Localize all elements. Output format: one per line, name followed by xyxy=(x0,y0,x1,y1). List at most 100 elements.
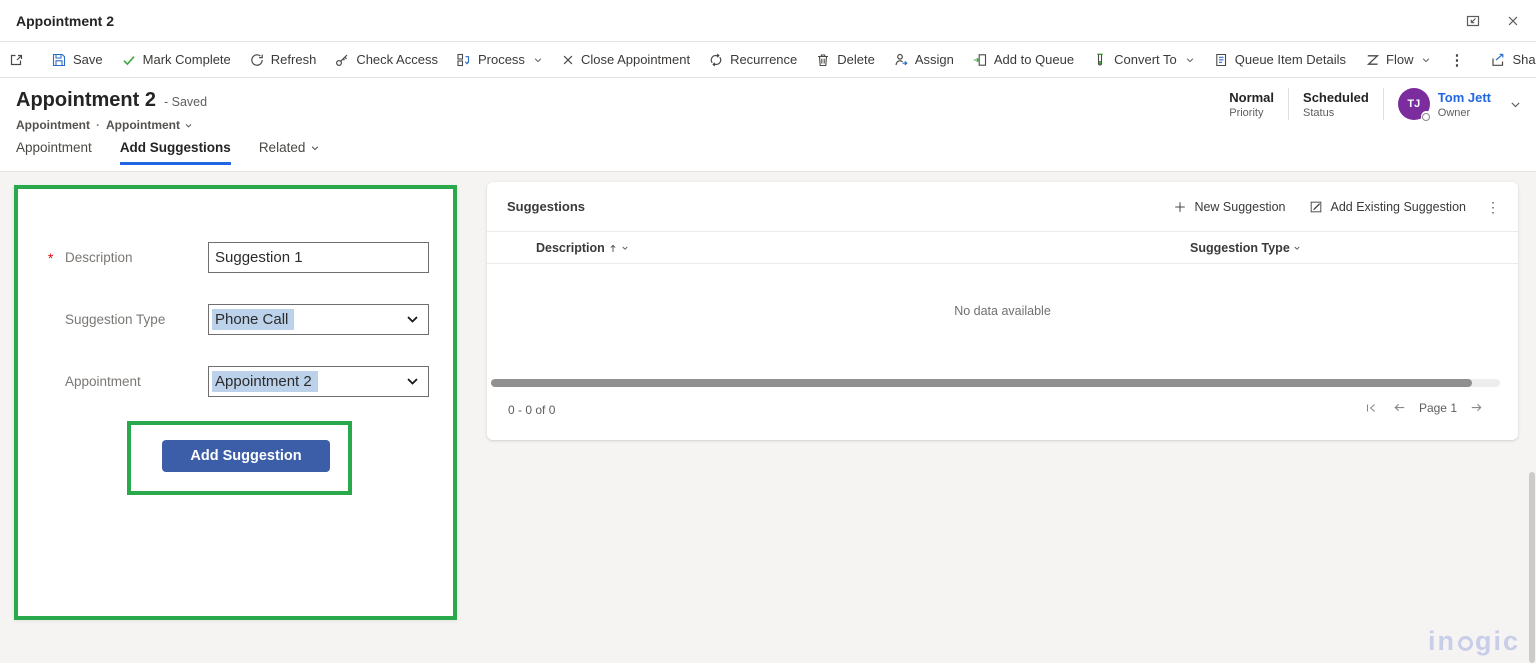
first-page-icon xyxy=(1366,403,1375,412)
form-content: * Description Suggestion Type Phone Call… xyxy=(0,172,1536,663)
refresh-icon xyxy=(251,53,263,66)
add-existing-icon xyxy=(1311,201,1322,212)
tab-add-suggestions[interactable]: Add Suggestions xyxy=(119,140,231,165)
plus-icon xyxy=(1175,201,1186,212)
window-title: Appointment 2 xyxy=(16,13,114,29)
gear-icon xyxy=(1457,635,1473,651)
chevron-down-icon xyxy=(312,145,319,150)
record-header: Appointment 2 - Saved Appointment · Appo… xyxy=(0,78,1536,172)
pagination: Page 1 xyxy=(1362,398,1486,417)
description-input[interactable] xyxy=(208,242,429,273)
share-icon xyxy=(1492,53,1504,66)
more-commands-button[interactable]: ⋮ xyxy=(1440,46,1473,74)
refresh-button[interactable]: Refresh xyxy=(240,46,326,74)
entity-name: Appointment xyxy=(16,118,90,132)
add-existing-suggestion-button[interactable]: Add Existing Suggestion xyxy=(1299,193,1476,221)
horizontal-scrollbar[interactable] xyxy=(491,379,1500,387)
close-icon[interactable] xyxy=(1500,8,1526,34)
separator: · xyxy=(96,118,100,132)
empty-grid-message: No data available xyxy=(954,304,1051,318)
divider xyxy=(1382,88,1384,120)
recurrence-icon xyxy=(710,53,722,66)
tab-related[interactable]: Related xyxy=(259,140,321,165)
record-count: 0 - 0 of 0 xyxy=(508,403,556,417)
new-suggestion-button[interactable]: New Suggestion xyxy=(1163,193,1295,221)
presence-badge xyxy=(1420,111,1432,122)
check-access-button[interactable]: Check Access xyxy=(325,46,447,74)
save-button[interactable]: Save xyxy=(42,46,112,74)
priority-field: Normal Priority xyxy=(1229,89,1275,119)
button-annotation-box: Add Suggestion xyxy=(127,421,352,495)
divider xyxy=(1288,88,1290,120)
arrow-left-icon xyxy=(1394,403,1405,412)
vertical-scrollbar-thumb[interactable] xyxy=(1529,472,1535,663)
dock-panel-icon[interactable] xyxy=(1460,8,1486,34)
first-page-button[interactable] xyxy=(1362,399,1380,417)
tab-strip: Appointment Add Suggestions Related xyxy=(16,140,320,165)
chevron-down-icon xyxy=(185,123,192,128)
mark-complete-icon xyxy=(123,55,135,65)
delete-icon xyxy=(818,53,829,66)
titlebar: Appointment 2 xyxy=(0,0,1536,42)
chevron-down-icon xyxy=(534,57,542,62)
queue-item-details-icon xyxy=(1216,53,1226,66)
header-fields: Normal Priority Scheduled Status TJ Tom … xyxy=(1229,88,1522,122)
check-access-icon xyxy=(336,54,348,66)
subgrid-column-headers: Description Suggestion Type xyxy=(487,232,1518,264)
mark-complete-button[interactable]: Mark Complete xyxy=(112,46,240,74)
subgrid-more-commands-button[interactable]: ⋮ xyxy=(1480,194,1506,220)
status-field: Scheduled Status xyxy=(1303,89,1369,119)
recurrence-button[interactable]: Recurrence xyxy=(699,46,806,74)
avatar: TJ xyxy=(1397,88,1432,122)
subgrid-title: Suggestions xyxy=(507,199,586,214)
close-appointment-icon xyxy=(563,55,573,64)
next-page-button[interactable] xyxy=(1467,398,1486,417)
arrow-right-icon xyxy=(1471,403,1482,412)
add-to-queue-button[interactable]: Add to Queue xyxy=(963,46,1083,74)
chevron-down-icon xyxy=(1423,57,1430,62)
popout-icon xyxy=(10,54,23,65)
required-marker: * xyxy=(48,251,54,266)
close-appointment-button[interactable]: Close Appointment xyxy=(552,46,699,74)
suggestions-subgrid: Suggestions New Suggestion Add Existing … xyxy=(487,182,1518,440)
suggestion-type-select[interactable]: Phone Call xyxy=(208,304,429,335)
assign-icon xyxy=(895,53,908,65)
previous-page-button[interactable] xyxy=(1390,398,1409,417)
convert-to-icon xyxy=(1097,53,1103,65)
column-header-description[interactable]: Description xyxy=(536,232,629,264)
chevron-down-icon xyxy=(1294,246,1300,250)
queue-item-details-button[interactable]: Queue Item Details xyxy=(1204,46,1355,74)
scrollbar-thumb[interactable] xyxy=(491,379,1472,387)
process-button[interactable]: Process xyxy=(447,46,552,74)
add-to-queue-icon xyxy=(973,53,986,66)
add-suggestion-button[interactable]: Add Suggestion xyxy=(162,440,330,472)
owner-field[interactable]: TJ Tom Jett Owner xyxy=(1397,88,1491,122)
flow-icon xyxy=(1366,54,1380,65)
sort-ascending-icon xyxy=(610,244,616,252)
save-icon xyxy=(52,53,66,66)
header-expand-chevron-icon[interactable] xyxy=(1509,98,1522,111)
add-suggestion-form-panel: * Description Suggestion Type Phone Call… xyxy=(14,185,457,620)
page-label: Page 1 xyxy=(1418,400,1457,415)
popout-form-button[interactable] xyxy=(0,46,34,74)
appointment-label: Appointment xyxy=(65,374,141,389)
form-selector[interactable]: Appointment xyxy=(106,118,193,132)
record-title: Appointment 2 xyxy=(16,89,156,111)
flow-button[interactable]: Flow xyxy=(1355,46,1440,74)
chevron-down-icon xyxy=(622,246,628,250)
tab-appointment[interactable]: Appointment xyxy=(16,140,92,165)
suggestion-type-field-row: Suggestion Type Phone Call xyxy=(18,304,453,335)
column-header-suggestion-type[interactable]: Suggestion Type xyxy=(1190,232,1301,264)
owner-name: Tom Jett xyxy=(1437,89,1491,105)
chevron-down-icon xyxy=(1186,57,1193,62)
chevron-down-icon xyxy=(405,375,420,388)
description-field-row: * Description xyxy=(18,242,453,273)
appointment-select[interactable]: Appointment 2 xyxy=(208,366,429,397)
convert-to-button[interactable]: Convert To xyxy=(1083,46,1204,74)
share-button[interactable]: Share xyxy=(1481,46,1536,74)
command-bar: Save Mark Complete Refresh Check Access … xyxy=(0,42,1536,78)
chevron-down-icon xyxy=(405,313,420,326)
inogic-watermark: in gic xyxy=(1427,626,1520,656)
delete-button[interactable]: Delete xyxy=(806,46,884,74)
assign-button[interactable]: Assign xyxy=(884,46,963,74)
